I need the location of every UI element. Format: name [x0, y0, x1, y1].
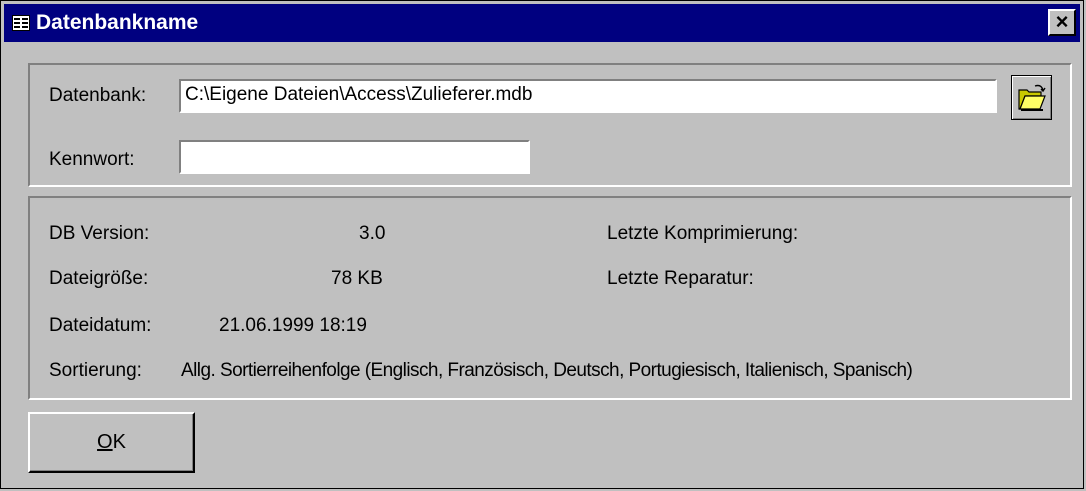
sort-label: Sortierung:: [49, 360, 142, 381]
dialog-window: Datenbankname × Datenbank: C:\Eigene Dat…: [0, 0, 1084, 489]
version-value: 3.0: [359, 223, 386, 244]
date-label: Dateidatum:: [49, 315, 152, 336]
database-label: Datenbank:: [49, 85, 147, 106]
folder-open-icon: [1018, 84, 1046, 111]
database-path-value: C:\Eigene Dateien\Access\Zulieferer.mdb: [185, 84, 533, 105]
date-value: 21.06.1999 18:19: [219, 315, 367, 336]
window-title: Datenbankname: [36, 11, 199, 34]
ok-button[interactable]: OK: [28, 412, 195, 473]
compact-label: Letzte Komprimierung:: [607, 223, 799, 244]
password-field[interactable]: [179, 140, 530, 174]
title-bar[interactable]: Datenbankname ×: [4, 4, 1080, 42]
sort-value: Allg. Sortierreihenfolge (Englisch, Fran…: [181, 360, 913, 381]
version-label: DB Version:: [49, 223, 150, 244]
database-icon: [12, 15, 30, 31]
password-label: Kennwort:: [49, 149, 135, 170]
close-icon: ×: [1055, 9, 1069, 34]
ok-label-rest: K: [112, 431, 126, 453]
size-label: Dateigröße:: [49, 268, 149, 289]
database-path-field[interactable]: C:\Eigene Dateien\Access\Zulieferer.mdb: [179, 79, 997, 113]
close-button[interactable]: ×: [1048, 9, 1076, 36]
repair-label: Letzte Reparatur:: [607, 268, 754, 289]
ok-accelerator: O: [97, 431, 113, 453]
browse-button[interactable]: [1011, 75, 1052, 120]
size-value: 78 KB: [331, 268, 383, 289]
